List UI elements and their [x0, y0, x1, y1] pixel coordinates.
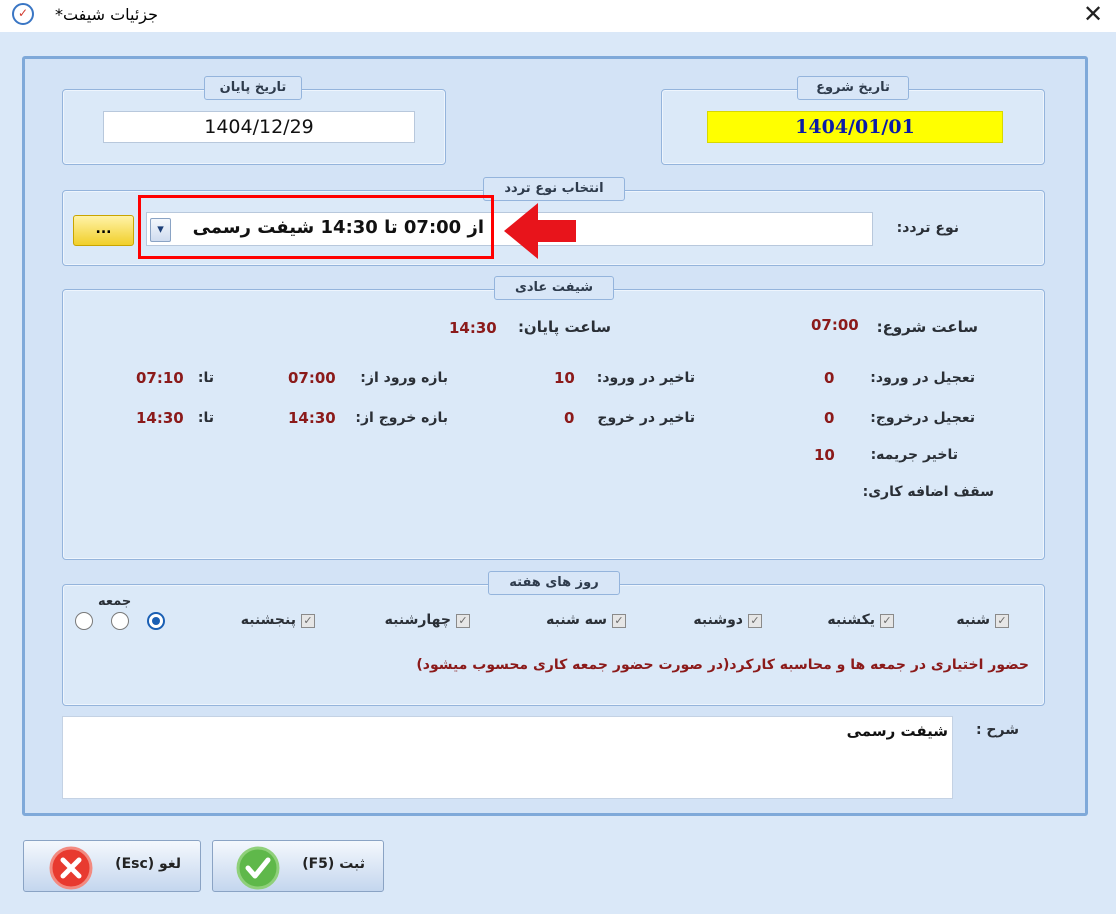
cancel-button-label: لغو (Esc) [115, 856, 181, 872]
start-date-legend: تاریخ شروع [797, 76, 909, 100]
title-bar [0, 0, 1116, 32]
close-icon[interactable]: ✕ [1079, 0, 1107, 28]
description-field[interactable] [62, 716, 953, 799]
penalty-delay-value: 10 [814, 446, 835, 464]
entry-from-value: 07:00 [288, 369, 336, 387]
start-time-label: ساعت شروع: [876, 318, 978, 336]
entry-range-label: بازه ورود از: [360, 370, 448, 386]
end-time-label: ساعت پایان: [517, 318, 611, 336]
entry-to-value: 07:10 [136, 369, 184, 387]
checkbox-wednesday-label: چهارشنبه [384, 612, 451, 628]
save-button-label: ثبت (F5) [302, 856, 365, 872]
overtime-cap-label: سقف اضافه کاری: [862, 484, 994, 500]
friday-radio-3[interactable] [75, 612, 93, 630]
weekdays-legend: روز های هفته [488, 571, 620, 595]
early-exit-value: 0 [824, 409, 835, 427]
pointer-arrow-icon [504, 203, 576, 259]
description-label: شرح : [975, 722, 1019, 738]
browse-attendance-button[interactable]: ... [73, 215, 134, 246]
checkbox-thursday-label: پنجشنبه [240, 612, 296, 628]
end-time-value: 14:30 [449, 319, 497, 337]
attendance-type-label: نوع تردد: [896, 220, 959, 236]
app-icon: ✓ [12, 3, 34, 25]
save-button[interactable]: ثبت (F5) [212, 840, 384, 892]
early-entry-value: 0 [824, 369, 835, 387]
entry-to-label: تا: [197, 370, 214, 386]
weekdays-group [62, 584, 1045, 706]
exit-to-label: تا: [197, 410, 214, 426]
late-exit-label: تاخیر در خروج [597, 410, 695, 426]
friday-radio-selected[interactable] [147, 612, 165, 630]
cancel-icon [49, 846, 93, 890]
checkbox-tuesday-label: سه شنبه [546, 612, 607, 628]
shift-legend: شیفت عادی [494, 276, 614, 300]
checkbox-monday[interactable]: ✓ [748, 614, 762, 628]
checkbox-tuesday[interactable]: ✓ [612, 614, 626, 628]
cancel-button[interactable]: لغو (Esc) [23, 840, 201, 892]
start-date-field[interactable]: 1404/01/01 [707, 111, 1003, 143]
checkbox-wednesday[interactable]: ✓ [456, 614, 470, 628]
exit-from-value: 14:30 [288, 409, 336, 427]
end-date-field[interactable]: 1404/12/29 [103, 111, 415, 143]
checkbox-saturday-label: شنبه [956, 612, 990, 628]
friday-radio-2[interactable] [111, 612, 129, 630]
late-entry-value: 10 [554, 369, 575, 387]
friday-label: جمعه [98, 594, 132, 609]
checkbox-sunday-label: یکشنبه [827, 612, 875, 628]
check-icon [236, 846, 280, 890]
early-exit-label: تعجیل درخروج: [870, 410, 975, 426]
friday-note: حضور اختیاری در جمعه ها و محاسبه کارکرد(… [416, 657, 1029, 673]
checkbox-sunday[interactable]: ✓ [880, 614, 894, 628]
window-title: جزئیات شیفت* [54, 5, 158, 24]
exit-range-label: بازه خروج از: [355, 410, 448, 426]
checkbox-thursday[interactable]: ✓ [301, 614, 315, 628]
exit-to-value: 14:30 [136, 409, 184, 427]
late-entry-label: تاخیر در ورود: [596, 370, 695, 386]
early-entry-label: تعجیل در ورود: [870, 370, 975, 386]
checkbox-monday-label: دوشنبه [693, 612, 743, 628]
end-date-legend: تاریخ پایان [204, 76, 302, 100]
late-exit-value: 0 [564, 409, 575, 427]
penalty-delay-label: تاخیر جریمه: [870, 447, 958, 463]
start-time-value: 07:00 [811, 316, 859, 334]
attendance-type-legend: انتخاب نوع تردد [483, 177, 625, 201]
checkbox-saturday[interactable]: ✓ [995, 614, 1009, 628]
description-value: شیفت رسمی [846, 722, 948, 740]
highlight-box [138, 195, 494, 259]
